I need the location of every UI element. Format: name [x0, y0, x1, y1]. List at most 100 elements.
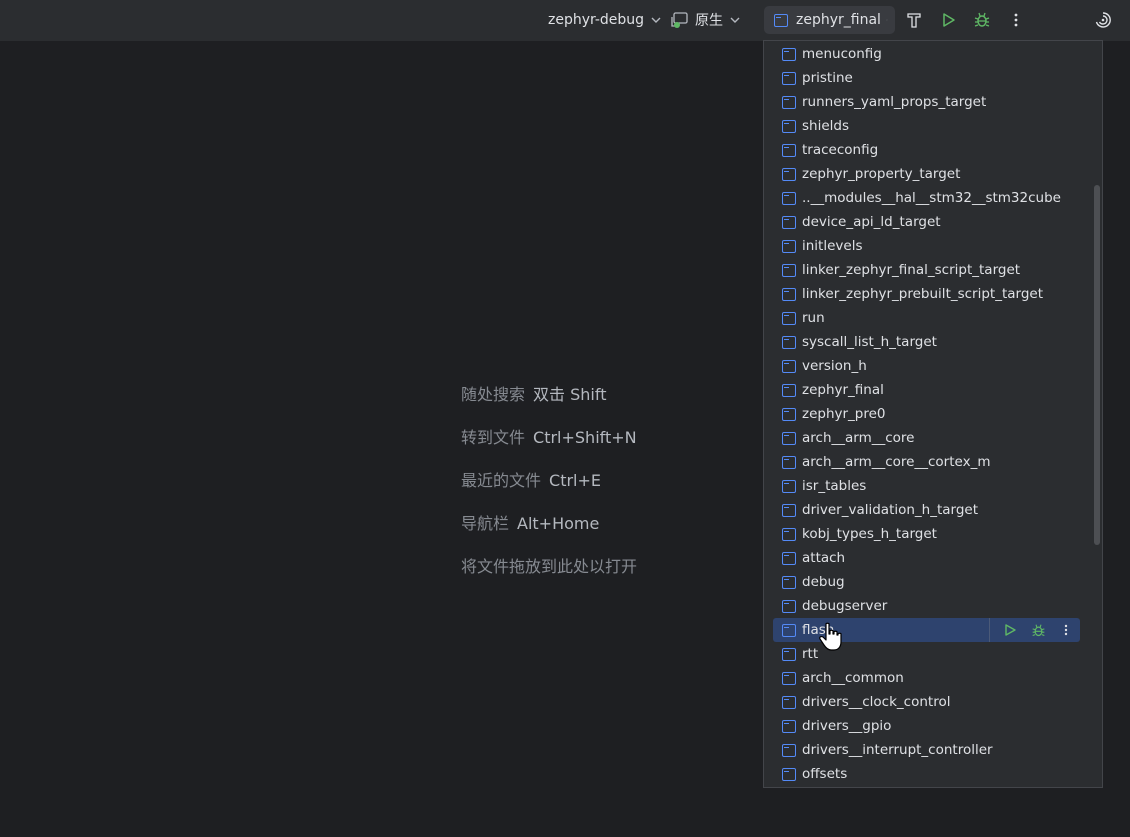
run-config-item[interactable]: zephyr_pre0: [764, 402, 1094, 426]
project-selector[interactable]: zephyr-debug: [548, 6, 663, 34]
run-config-item[interactable]: drivers__gpio: [764, 714, 1094, 738]
main-toolbar: zephyr-debug 原生 zephyr_final: [0, 0, 1130, 42]
debug-button[interactable]: [968, 6, 996, 34]
run-config-item[interactable]: linker_zephyr_prebuilt_script_target: [764, 282, 1094, 306]
more-actions-button[interactable]: [1002, 6, 1030, 34]
cmake-target-icon: [782, 263, 796, 277]
run-config-item[interactable]: ..__modules__hal__stm32__stm32cube: [764, 186, 1094, 210]
ai-assistant-button[interactable]: [1089, 6, 1117, 34]
cmake-target-icon: [782, 359, 796, 373]
run-config-item-label: kobj_types_h_target: [802, 526, 937, 542]
build-button[interactable]: [900, 6, 928, 34]
run-config-item[interactable]: debug: [764, 570, 1094, 594]
run-config-item-label: runners_yaml_props_target: [802, 94, 987, 110]
item-debug-button[interactable]: [1024, 618, 1052, 642]
project-selector-label: zephyr-debug: [548, 12, 645, 28]
run-config-item[interactable]: version_h: [764, 354, 1094, 378]
item-more-button[interactable]: [1052, 618, 1080, 642]
cmake-target-icon: [782, 287, 796, 301]
cmake-target-icon: [782, 575, 796, 589]
cmake-target-icon: [782, 119, 796, 133]
ai-assistant-icon: [1095, 12, 1111, 28]
run-config-item[interactable]: menuconfig: [764, 42, 1094, 66]
popup-scrollbar[interactable]: [1094, 185, 1100, 545]
run-config-item-label: pristine: [802, 70, 853, 86]
run-config-item[interactable]: offsets: [764, 762, 1094, 786]
run-icon: [943, 13, 955, 27]
run-config-item[interactable]: linker_zephyr_final_script_target: [764, 258, 1094, 282]
run-config-item[interactable]: zephyr_final: [764, 378, 1094, 402]
run-config-item[interactable]: device_api_ld_target: [764, 210, 1094, 234]
cmake-target-icon: [782, 455, 796, 469]
run-button[interactable]: [934, 6, 962, 34]
item-actions: [989, 618, 1080, 642]
run-config-item-label: menuconfig: [802, 46, 882, 62]
run-config-item[interactable]: attach: [764, 546, 1094, 570]
run-config-item[interactable]: zephyr_property_target: [764, 162, 1094, 186]
run-config-item[interactable]: kobj_types_h_target: [764, 522, 1094, 546]
run-config-item[interactable]: driver_validation_h_target: [764, 498, 1094, 522]
run-config-item[interactable]: drivers__interrupt_controller: [764, 738, 1094, 762]
item-run-button[interactable]: [996, 618, 1024, 642]
run-config-item-label: version_h: [802, 358, 867, 374]
toolchain-selector[interactable]: 原生: [671, 6, 742, 34]
cmake-target-icon: [782, 599, 796, 613]
run-config-item[interactable]: shields: [764, 114, 1094, 138]
run-config-item-label: zephyr_property_target: [802, 166, 961, 182]
run-config-item-label: device_api_ld_target: [802, 214, 941, 230]
run-config-item[interactable]: traceconfig: [764, 138, 1094, 162]
run-config-item[interactable]: arch__arm__core__cortex_m: [764, 450, 1094, 474]
run-config-item[interactable]: arch__common: [764, 666, 1094, 690]
run-config-item[interactable]: arch__arm__core: [764, 426, 1094, 450]
run-config-item-label: zephyr_pre0: [802, 406, 886, 422]
run-config-item-label: isr_tables: [802, 478, 867, 494]
hint-goto-file: 转到文件 Ctrl+Shift+N: [461, 425, 637, 468]
hint-label: 转到文件: [461, 428, 526, 447]
cmake-target-icon: [782, 479, 796, 493]
run-config-item-selected[interactable]: flash: [773, 618, 1080, 642]
run-config-item[interactable]: drivers__clock_control: [764, 690, 1094, 714]
chevron-down-icon: [730, 17, 740, 23]
run-config-item-label: syscall_list_h_target: [802, 334, 937, 350]
run-config-item[interactable]: rtt: [764, 642, 1094, 666]
editor-empty-hints: 随处搜索 双击 Shift 转到文件 Ctrl+Shift+N 最近的文件 Ctrl+…: [461, 382, 637, 597]
more-vertical-icon: [1064, 624, 1068, 636]
cmake-target-icon: [782, 311, 796, 325]
run-config-item-label: run: [802, 310, 825, 326]
run-config-item[interactable]: initlevels: [764, 234, 1094, 258]
run-config-item-label: shields: [802, 118, 849, 134]
run-config-item[interactable]: run: [764, 306, 1094, 330]
hint-search-everywhere: 随处搜索 双击 Shift: [461, 382, 637, 425]
run-config-selector[interactable]: zephyr_final: [764, 6, 895, 34]
run-config-item[interactable]: syscall_list_h_target: [764, 330, 1094, 354]
run-config-item-label: drivers__gpio: [802, 718, 892, 734]
run-config-item-label: drivers__clock_control: [802, 694, 951, 710]
cmake-target-icon: [782, 551, 796, 565]
run-config-item-label: driver_validation_h_target: [802, 502, 979, 518]
run-config-item[interactable]: pristine: [764, 66, 1094, 90]
run-config-item-label: zephyr_final: [802, 382, 884, 398]
chevron-down-icon: [886, 19, 888, 21]
run-config-item[interactable]: runners_yaml_props_target: [764, 90, 1094, 114]
run-config-item-label: ..__modules__hal__stm32__stm32cube: [802, 190, 1061, 206]
cmake-target-icon: [782, 431, 796, 445]
more-vertical-icon: [1014, 13, 1018, 27]
cmake-target-icon: [782, 71, 796, 85]
cmake-target-icon: [782, 383, 796, 397]
hint-label: 最近的文件: [461, 471, 542, 490]
chevron-down-icon: [651, 17, 661, 23]
cmake-target-icon: [782, 767, 796, 781]
cmake-target-icon: [782, 719, 796, 733]
run-config-item[interactable]: debugserver: [764, 594, 1094, 618]
cmake-target-icon: [782, 623, 796, 637]
cmake-target-icon: [782, 239, 796, 253]
cmake-target-icon: [782, 695, 796, 709]
run-config-list: menuconfig pristine runners_yaml_props_tar…: [764, 42, 1094, 786]
run-config-item-label: rtt: [802, 646, 819, 662]
run-icon: [1005, 624, 1016, 636]
hint-shortcut: Ctrl+Shift+N: [533, 428, 637, 447]
cmake-target-icon: [782, 167, 796, 181]
cmake-target-icon: [774, 13, 788, 27]
run-config-item[interactable]: isr_tables: [764, 474, 1094, 498]
run-config-selector-label: zephyr_final: [796, 12, 881, 28]
